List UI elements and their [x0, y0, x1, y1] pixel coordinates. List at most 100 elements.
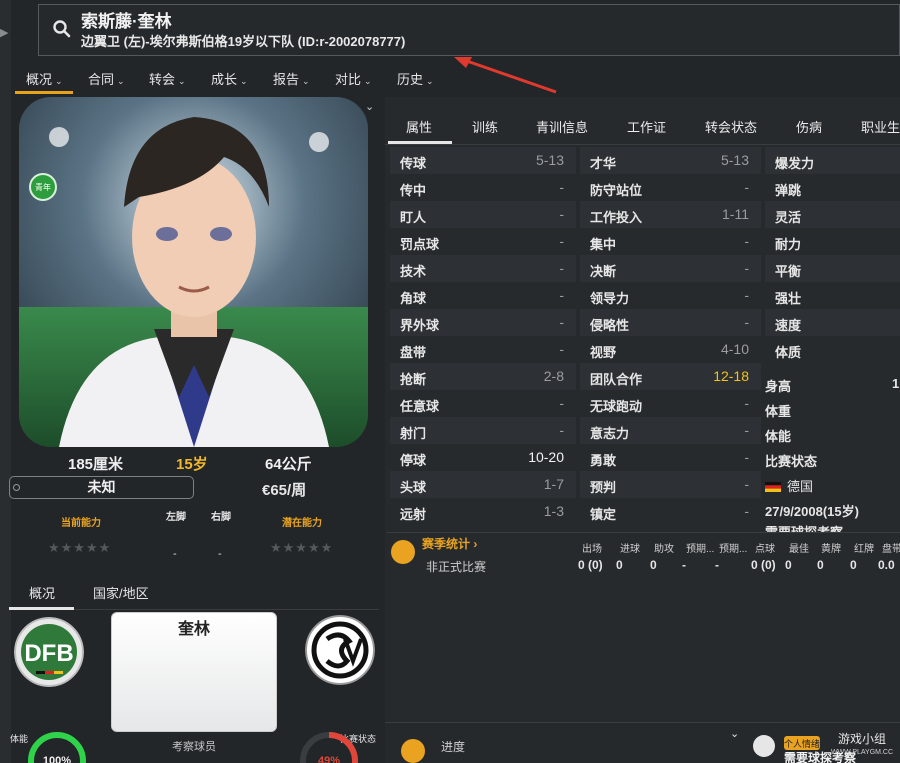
season-column-header[interactable]: 出场 [582, 540, 602, 555]
search-icon[interactable] [52, 19, 72, 39]
season-column-header[interactable]: 进球 [620, 540, 640, 555]
nav-reports[interactable]: 报告 ⌄ [273, 69, 310, 88]
nav-active-indicator [15, 91, 73, 94]
attribute-row[interactable]: 领导力 - [580, 282, 761, 309]
position-selector[interactable]: 未知 [9, 476, 194, 499]
tab-youth-info[interactable]: 青训信息 [536, 117, 588, 136]
attribute-name: 抢断 [400, 372, 427, 387]
attribute-row[interactable]: 角球 - [390, 282, 576, 309]
attribute-value: 1-3 [543, 503, 564, 519]
attribute-row[interactable]: 弹跳 [765, 174, 900, 201]
attribute-row[interactable]: 平衡 [765, 255, 900, 282]
attribute-value: - [744, 395, 749, 411]
season-column-header[interactable]: 红牌 [854, 540, 874, 555]
swap-arrows-icon[interactable] [401, 739, 425, 763]
chevron-down-icon[interactable]: ⌄ [365, 100, 374, 113]
attribute-row[interactable]: 抢断 2-8 [390, 363, 576, 390]
attribute-name: 视野 [590, 345, 617, 360]
attribute-row[interactable]: 才华 5-13 [580, 147, 761, 174]
nav-transfer[interactable]: 转会 ⌄ [149, 69, 186, 88]
attribute-row[interactable]: 任意球 - [390, 390, 576, 417]
tab-work-permit[interactable]: 工作证 [627, 117, 666, 136]
season-column-header[interactable]: 盘带 [882, 540, 900, 555]
attribute-row[interactable]: 罚点球 - [390, 228, 576, 255]
player-position-club[interactable]: 边翼卫 (左)-埃尔弗斯伯格19岁以下队 (ID:r-2002078777) [81, 31, 405, 50]
attribute-row[interactable]: 停球 10-20 [390, 444, 576, 471]
attribute-row[interactable]: 盯人 - [390, 201, 576, 228]
attribute-row[interactable]: 无球跑动 - [580, 390, 761, 417]
attribute-row[interactable]: 防守站位 - [580, 174, 761, 201]
attribute-row[interactable]: 远射 1-3 [390, 498, 576, 525]
attribute-row[interactable]: 速度 [765, 309, 900, 336]
attribute-row[interactable]: 头球 1-7 [390, 471, 576, 498]
season-column-header[interactable]: 点球 [755, 540, 775, 555]
left-collapsed-sidebar[interactable]: ▶ [0, 0, 11, 763]
tab-overview[interactable]: 概况 [29, 583, 55, 602]
attribute-row[interactable]: 传中 - [390, 174, 576, 201]
attribute-value: - [744, 233, 749, 249]
attribute-row[interactable]: 灵活 [765, 201, 900, 228]
attribute-row[interactable]: 爆发力 [765, 147, 900, 174]
attribute-row[interactable]: 射门 - [390, 417, 576, 444]
attribute-value: - [559, 287, 564, 303]
attribute-row[interactable]: 强壮 [765, 282, 900, 309]
tab-transfer-status[interactable]: 转会状态 [705, 117, 757, 136]
svg-text:DFB: DFB [24, 640, 73, 667]
attribute-value: - [744, 314, 749, 330]
attribute-row[interactable]: 传球 5-13 [390, 147, 576, 174]
season-column-header[interactable]: 最佳 [789, 540, 809, 555]
season-column-header[interactable]: 黄牌 [821, 540, 841, 555]
attribute-row[interactable]: 镇定 - [580, 498, 761, 525]
nav-overview[interactable]: 概况 ⌄ [26, 69, 63, 88]
nav-development[interactable]: 成长 ⌄ [211, 69, 248, 88]
attribute-row[interactable]: 体质 [765, 336, 900, 363]
season-cell: - [682, 558, 686, 572]
nav-contract[interactable]: 合同 ⌄ [88, 69, 125, 88]
chevron-down-icon: ⌄ [55, 76, 63, 86]
season-column-header[interactable]: 助攻 [654, 540, 674, 555]
club-crest[interactable] [305, 615, 375, 685]
attribute-value: 2-8 [543, 368, 564, 384]
position-value: 未知 [87, 479, 116, 495]
tab-career[interactable]: 职业生 [861, 117, 900, 136]
attribute-row[interactable]: 勇敢 - [580, 444, 761, 471]
season-column-header[interactable]: 预期... [686, 540, 714, 555]
watermark-logo: 游戏小组 [838, 732, 886, 746]
tab-injuries[interactable]: 伤病 [796, 117, 822, 136]
nav-history[interactable]: 历史 ⌄ [397, 69, 434, 88]
current-ability-stars: ★★★★★ [48, 540, 112, 555]
attribute-row[interactable]: 工作投入 1-11 [580, 201, 761, 228]
fitness-value: 100% [43, 755, 71, 763]
informal-matches-label: 非正式比赛 [426, 560, 487, 574]
right-foot-value: - [218, 548, 222, 560]
national-team-crest[interactable]: DFB [14, 617, 84, 687]
attribute-row[interactable]: 预判 - [580, 471, 761, 498]
season-column-header[interactable]: 预期... [719, 540, 747, 555]
chevron-right-icon[interactable]: ▶ [0, 26, 8, 39]
attribute-row[interactable]: 集中 - [580, 228, 761, 255]
attribute-row[interactable]: 界外球 - [390, 309, 576, 336]
attribute-row[interactable]: 盘带 - [390, 336, 576, 363]
tab-training[interactable]: 训练 [472, 117, 498, 136]
attribute-name: 任意球 [400, 399, 440, 414]
tab-nation[interactable]: 国家/地区 [93, 583, 149, 602]
attribute-name: 耐力 [775, 237, 802, 252]
chevron-down-icon[interactable]: ⌄ [730, 727, 739, 740]
attribute-name: 射门 [400, 426, 427, 441]
attribute-name: 盯人 [400, 210, 427, 225]
attribute-row[interactable]: 视野 4-10 [580, 336, 761, 363]
season-stats-link[interactable]: 赛季统计 › [422, 535, 477, 552]
attribute-row[interactable]: 侵略性 - [580, 309, 761, 336]
attribute-name: 界外球 [400, 318, 440, 333]
attribute-row[interactable]: 意志力 - [580, 417, 761, 444]
tab-attributes[interactable]: 属性 [406, 117, 432, 136]
attribute-row[interactable]: 团队合作 12-18 [580, 363, 761, 390]
attribute-name: 传中 [400, 183, 427, 198]
bio-nation[interactable]: 德国 [765, 476, 813, 495]
attribute-row[interactable]: 技术 - [390, 255, 576, 282]
attribute-row[interactable]: 决断 - [580, 255, 761, 282]
scout-player-button[interactable]: 考察球员 [111, 738, 277, 754]
attribute-row[interactable]: 耐力 [765, 228, 900, 255]
nav-compare[interactable]: 对比 ⌄ [335, 69, 372, 88]
bio-height-value: 1 [892, 376, 900, 391]
